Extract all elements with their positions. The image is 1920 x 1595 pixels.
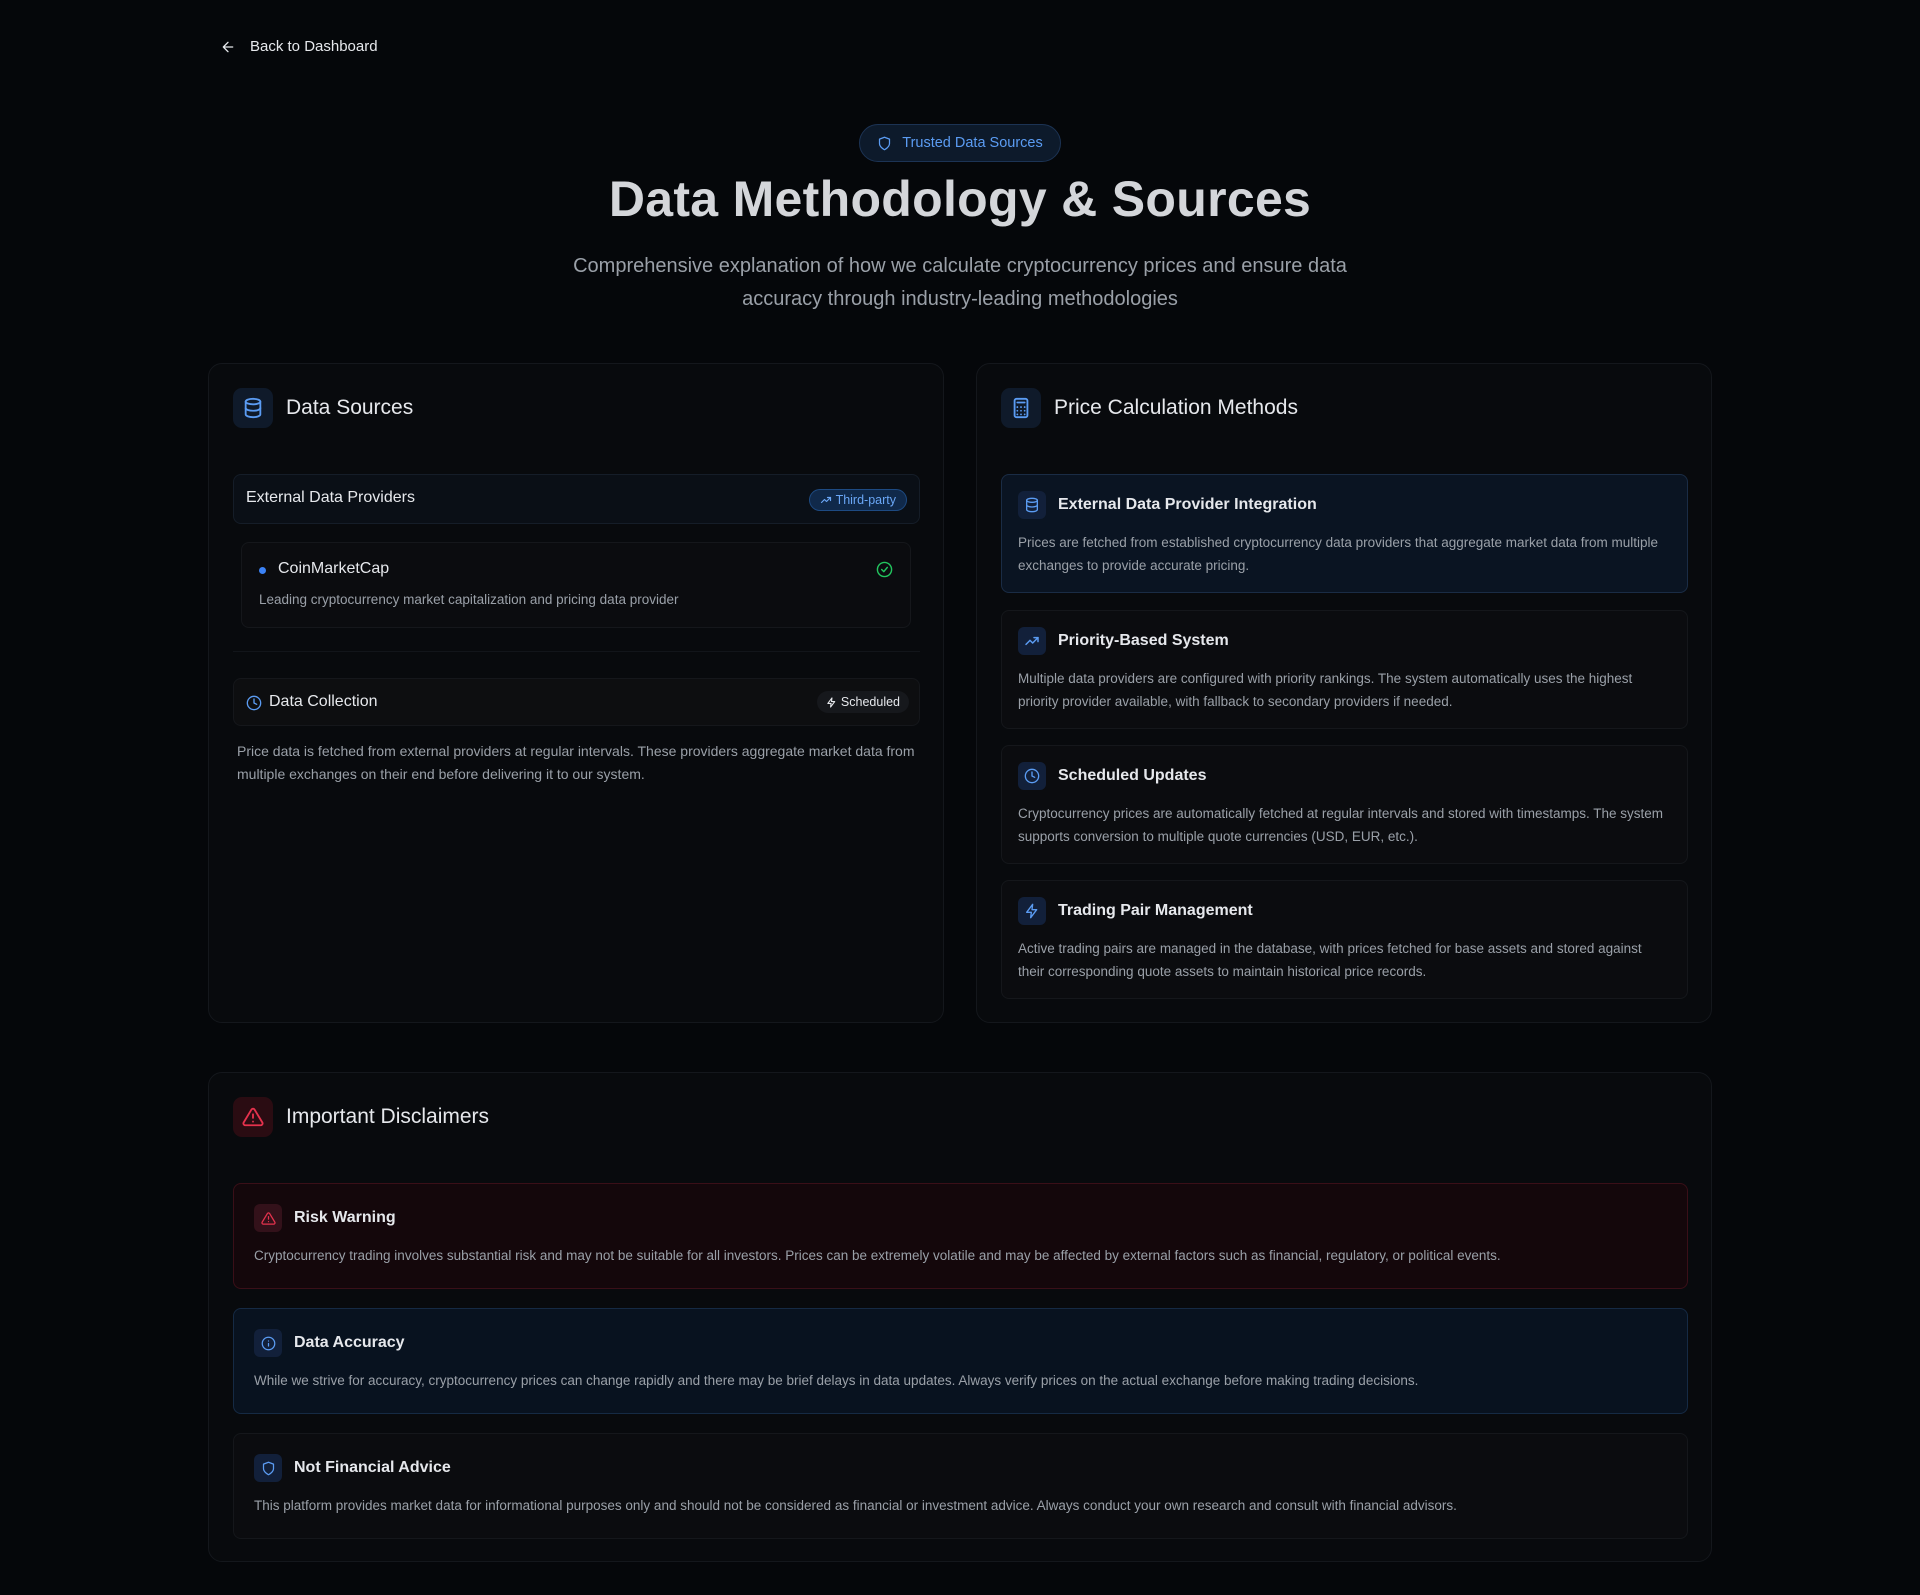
price-methods-title: Price Calculation Methods xyxy=(1054,396,1298,419)
disclaimer-title: Not Financial Advice xyxy=(294,1459,451,1476)
method-title: Scheduled Updates xyxy=(1058,767,1207,784)
page-title: Data Methodology & Sources xyxy=(608,171,1312,227)
disclaimer-description: This platform provides market data for i… xyxy=(254,1498,1457,1513)
back-to-dashboard-link[interactable]: Back to Dashboard xyxy=(220,38,378,55)
disclaimer-not-financial-advice: Not Financial Advice This platform provi… xyxy=(233,1433,1688,1539)
method-description: Cryptocurrency prices are automatically … xyxy=(1018,806,1664,844)
data-sources-panel: Data Sources External Data Providers Thi… xyxy=(208,363,944,1023)
lightning-icon xyxy=(1018,897,1046,925)
check-circle-icon xyxy=(876,561,893,578)
method-card-priority-system[interactable]: Priority-Based System Multiple data prov… xyxy=(1001,610,1688,729)
trending-up-icon xyxy=(820,496,831,504)
disclaimers-panel: Important Disclaimers Risk Warning Crypt… xyxy=(208,1072,1712,1562)
disclaimer-risk-warning: Risk Warning Cryptocurrency trading invo… xyxy=(233,1183,1688,1289)
price-methods-panel: Price Calculation Methods External Data … xyxy=(976,363,1712,1023)
third-party-tag-label: Third-party xyxy=(835,493,896,507)
data-sources-title: Data Sources xyxy=(286,396,414,419)
shield-icon xyxy=(879,136,891,150)
shield-icon xyxy=(254,1454,282,1482)
page-subtitle: Comprehensive explanation of how we calc… xyxy=(573,255,1347,310)
scheduled-tag: Scheduled xyxy=(816,691,909,713)
calculator-icon xyxy=(1001,388,1041,428)
method-card-trading-pairs[interactable]: Trading Pair Management Active trading p… xyxy=(1001,880,1688,999)
price-methods-header: Price Calculation Methods xyxy=(1001,388,1298,428)
external-providers-label: External Data Providers xyxy=(246,489,415,506)
lightning-icon xyxy=(827,696,836,708)
warning-icon xyxy=(233,1097,273,1137)
arrow-left-icon xyxy=(222,41,234,52)
method-title: External Data Provider Integration xyxy=(1058,496,1317,513)
disclaimer-title: Risk Warning xyxy=(294,1209,396,1226)
data-sources-header: Data Sources xyxy=(233,388,413,428)
data-collection-description: Price data is fetched from external prov… xyxy=(237,743,915,782)
external-providers-bar: External Data Providers Third-party xyxy=(233,474,920,524)
info-icon xyxy=(254,1329,282,1357)
clock-icon xyxy=(246,695,262,711)
badge-label: Trusted Data Sources xyxy=(902,135,1043,151)
provider-name: CoinMarketCap xyxy=(278,560,390,577)
data-collection-label: Data Collection xyxy=(269,693,378,710)
provider-card-coinmarketcap[interactable]: CoinMarketCap Leading cryptocurrency mar… xyxy=(241,542,911,628)
method-title: Priority-Based System xyxy=(1058,632,1229,649)
database-icon xyxy=(233,388,273,428)
disclaimer-data-accuracy: Data Accuracy While we strive for accura… xyxy=(233,1308,1688,1414)
method-card-scheduled-updates[interactable]: Scheduled Updates Cryptocurrency prices … xyxy=(1001,745,1688,864)
provider-status-dot xyxy=(259,567,266,574)
method-card-external-integration[interactable]: External Data Provider Integration Price… xyxy=(1001,474,1688,593)
disclaimer-description: While we strive for accuracy, cryptocurr… xyxy=(254,1373,1419,1388)
provider-description: Leading cryptocurrency market capitaliza… xyxy=(259,592,679,607)
method-description: Multiple data providers are configured w… xyxy=(1018,671,1633,709)
disclaimer-description: Cryptocurrency trading involves substant… xyxy=(254,1248,1501,1263)
back-label: Back to Dashboard xyxy=(250,38,378,55)
trending-up-icon xyxy=(1018,627,1046,655)
third-party-tag: Third-party xyxy=(808,489,907,511)
disclaimers-header: Important Disclaimers xyxy=(233,1097,489,1137)
disclaimer-title: Data Accuracy xyxy=(294,1334,405,1351)
trusted-sources-badge: Trusted Data Sources xyxy=(859,124,1061,162)
scheduled-tag-label: Scheduled xyxy=(840,695,900,709)
data-collection-bar: Data Collection Scheduled xyxy=(233,678,920,726)
method-description: Active trading pairs are managed in the … xyxy=(1018,941,1642,979)
clock-icon xyxy=(1018,762,1046,790)
method-title: Trading Pair Management xyxy=(1058,902,1253,919)
disclaimers-title: Important Disclaimers xyxy=(286,1105,490,1128)
database-icon xyxy=(1018,491,1046,519)
method-description: Prices are fetched from established cryp… xyxy=(1018,535,1659,573)
warning-icon xyxy=(254,1204,282,1232)
divider xyxy=(233,651,920,652)
